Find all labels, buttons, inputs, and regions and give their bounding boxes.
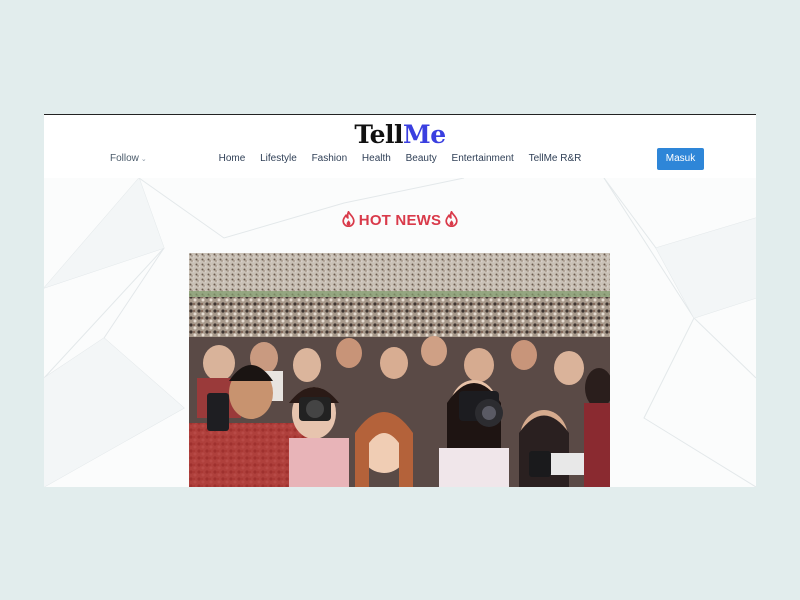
nav-item-lifestyle[interactable]: Lifestyle <box>260 153 297 164</box>
browser-page: TellMe Follow ⌄ Home Lifestyle Fashion He… <box>44 114 756 487</box>
fire-icon <box>342 210 355 228</box>
logo-part-tell: Tell <box>354 120 404 149</box>
site-logo[interactable]: TellMe <box>44 120 756 150</box>
nav-item-entertainment[interactable]: Entertainment <box>452 153 514 164</box>
hot-news-section: HOT NEWS <box>44 178 756 487</box>
fire-icon <box>445 210 458 228</box>
main-nav: Home Lifestyle Fashion Health Beauty Ent… <box>44 153 756 164</box>
login-button[interactable]: Masuk <box>657 148 704 170</box>
nav-item-health[interactable]: Health <box>362 153 391 164</box>
hot-news-heading: HOT NEWS <box>44 210 756 229</box>
hero-image[interactable] <box>189 253 610 487</box>
nav-item-beauty[interactable]: Beauty <box>406 153 437 164</box>
nav-item-tellme-rr[interactable]: TellMe R&R <box>529 153 582 164</box>
hot-news-title: HOT NEWS <box>358 212 442 229</box>
nav-item-home[interactable]: Home <box>219 153 246 164</box>
logo-part-me: Me <box>403 120 446 149</box>
site-header: TellMe Follow ⌄ Home Lifestyle Fashion He… <box>44 115 756 179</box>
nav-item-fashion[interactable]: Fashion <box>312 153 348 164</box>
